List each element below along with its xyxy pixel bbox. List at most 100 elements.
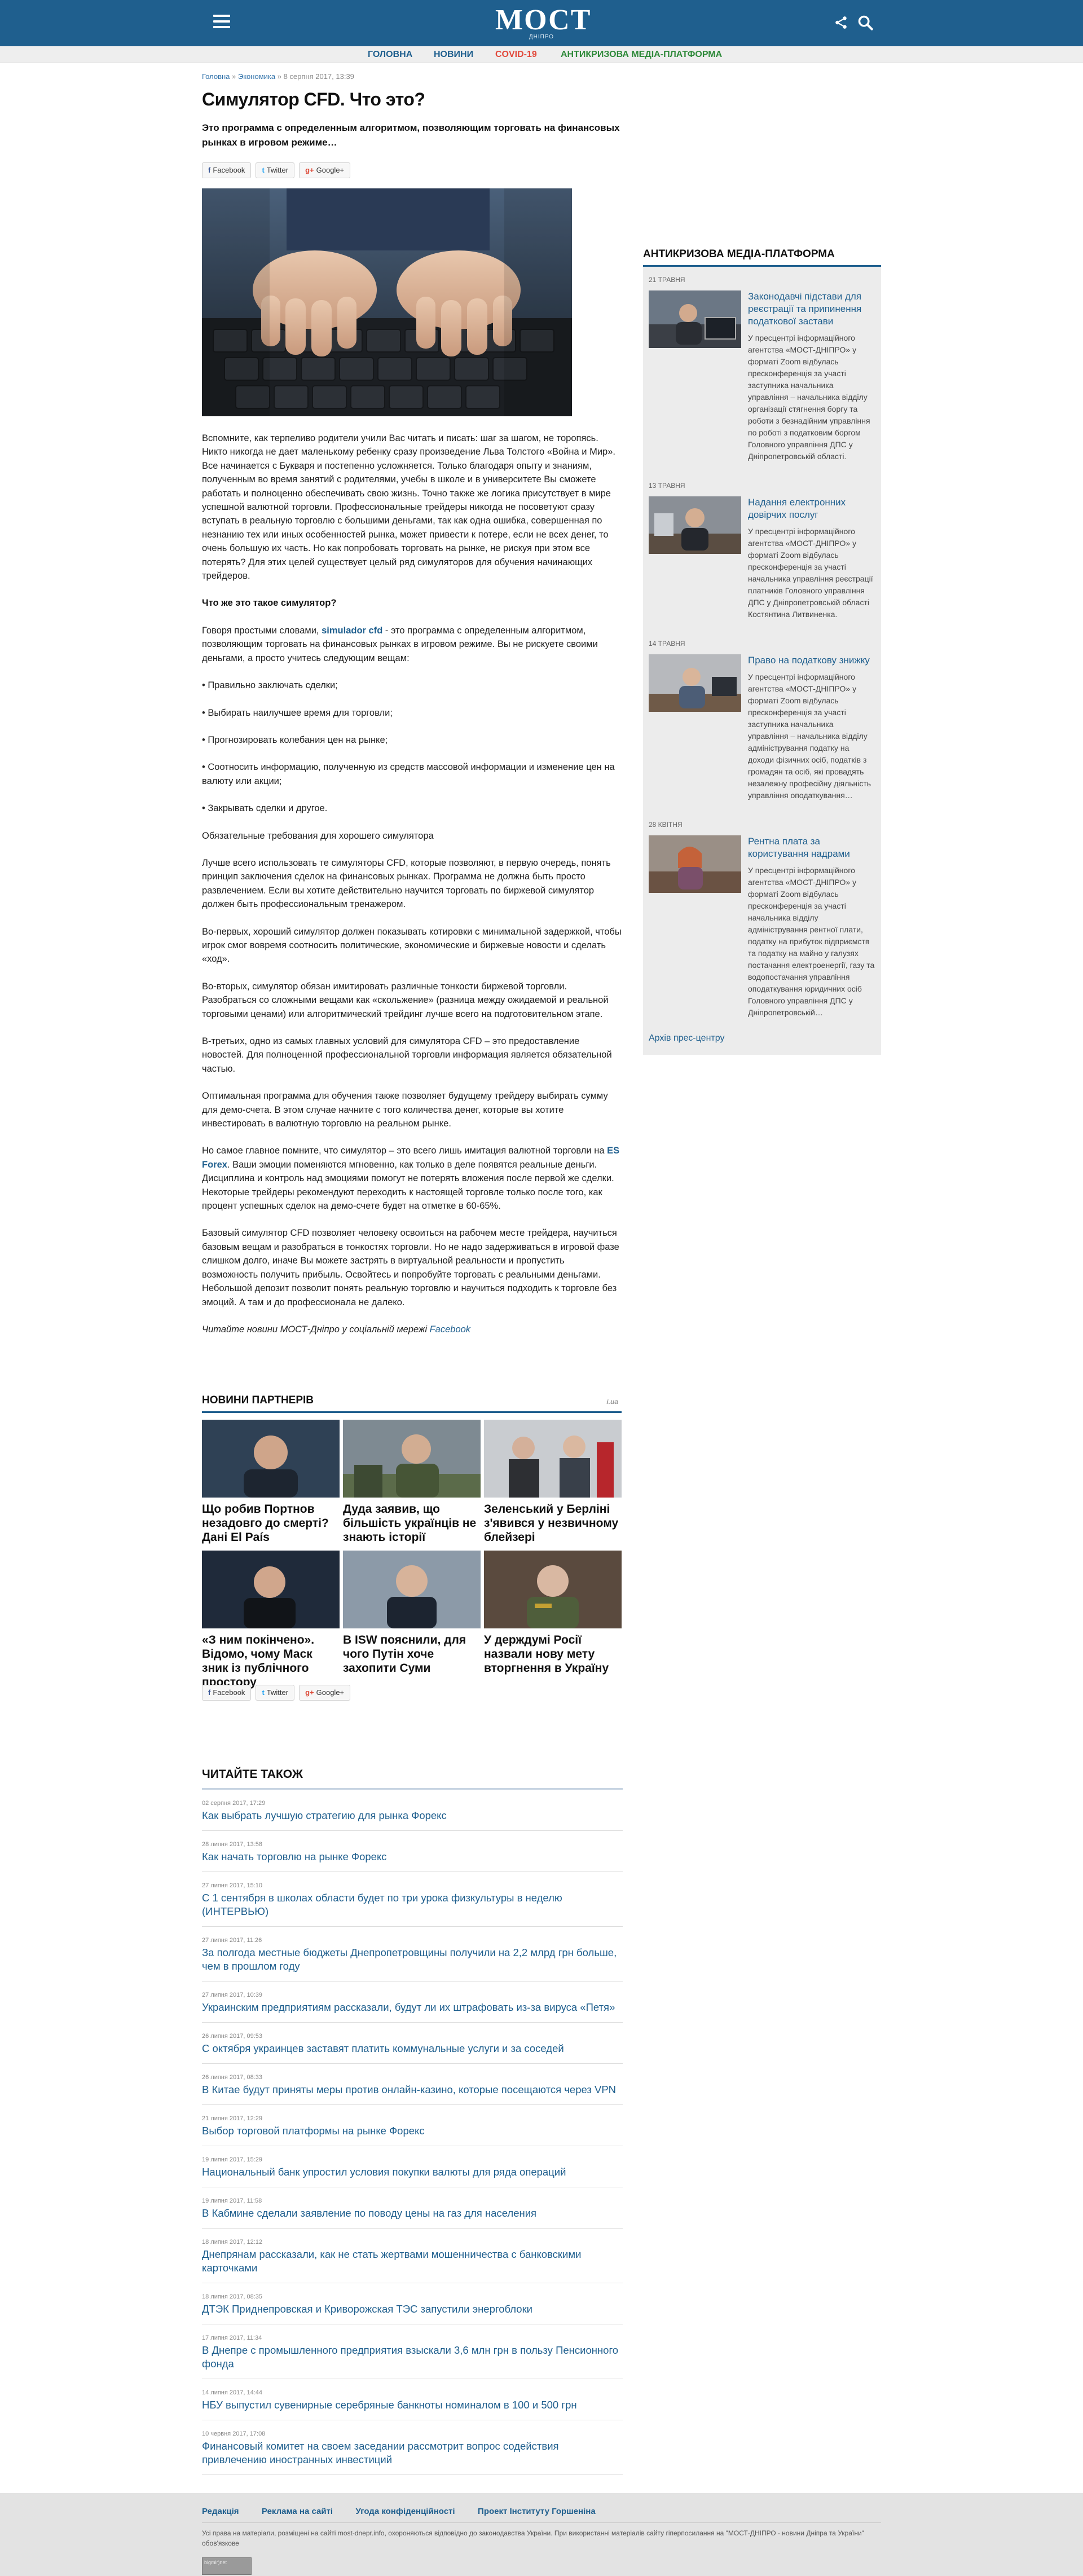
- google-share-label: Google+: [316, 166, 345, 174]
- read-also-item[interactable]: 18 липня 2017, 12:12 Днепрянам рассказали…: [202, 2229, 623, 2283]
- partner-card[interactable]: «З ним покінчено». Відомо, чому Маск зни…: [202, 1551, 340, 1689]
- search-icon[interactable]: [857, 15, 873, 30]
- partner-title: Зеленський у Берліні з'явився у незвично…: [484, 1503, 619, 1544]
- partner-card[interactable]: У держдумі Росії назвали нову мету вторг…: [484, 1551, 622, 1675]
- partner-title: У держдумі Росії назвали нову мету вторг…: [484, 1633, 609, 1675]
- sidebar-item[interactable]: 21 ТРАВНЯ Законодавчі підстави для реєст…: [649, 276, 875, 463]
- read-also-link[interactable]: НБУ выпустил сувенирные серебряные банкн…: [202, 2398, 623, 2412]
- read-also-date: 18 липня 2017, 08:35: [202, 2293, 263, 2300]
- breadcrumb-home[interactable]: Головна: [202, 72, 230, 81]
- read-also-item[interactable]: 26 липня 2017, 08:33 В Китае будут принят…: [202, 2064, 623, 2105]
- footer-link-privacy[interactable]: Угода конфіденційності: [356, 2507, 455, 2516]
- twitter-icon: t: [262, 1688, 265, 1697]
- facebook-page-link[interactable]: Facebook: [430, 1324, 470, 1335]
- sidebar-item-title[interactable]: Рентна плата за користування надрами: [748, 835, 875, 860]
- read-also-link[interactable]: Как выбрать лучшую стратегию для рынка Ф…: [202, 1809, 623, 1822]
- read-also-link[interactable]: Украинским предприятиям рассказали, буду…: [202, 2001, 623, 2014]
- paragraph: Во-вторых, симулятор обязан имитировать …: [202, 981, 609, 1019]
- sidebar-item[interactable]: 13 ТРАВНЯ Надання електронних довірчих п…: [649, 482, 875, 620]
- google-share-button[interactable]: g+ Google+: [299, 162, 351, 178]
- google-share-button[interactable]: g+ Google+: [299, 1685, 351, 1701]
- read-also-link[interactable]: Финансовый комитет на своем заседании ра…: [202, 2440, 623, 2467]
- read-also-item[interactable]: 17 липня 2017, 11:34 В Днепре с промышлен…: [202, 2324, 623, 2379]
- partner-card[interactable]: Що робив Портнов незадовго до смерті? Да…: [202, 1420, 340, 1544]
- read-also-item[interactable]: 27 липня 2017, 10:39 Украинским предприят…: [202, 1981, 623, 2023]
- read-also-item[interactable]: 02 серпня 2017, 17:29 Как выбрать лучшую …: [202, 1790, 623, 1831]
- read-also-item[interactable]: 10 червня 2017, 17:08 Финансовый комитет …: [202, 2420, 623, 2475]
- site-logo[interactable]: МОСТ ДНІПРО: [495, 5, 590, 42]
- read-also-date: 17 липня 2017, 11:34: [202, 2335, 262, 2341]
- read-also-link[interactable]: Днепрянам рассказали, как не стать жертв…: [202, 2248, 623, 2275]
- read-also-item[interactable]: 27 липня 2017, 15:10 С 1 сентября в школа…: [202, 1872, 623, 1927]
- read-also-item[interactable]: 14 липня 2017, 14:44 НБУ выпустил сувенир…: [202, 2379, 623, 2420]
- read-also-link[interactable]: В Днепре с промышленного предприятия взы…: [202, 2344, 623, 2371]
- sidebar-thumbnail: [649, 835, 741, 893]
- read-also-heading: ЧИТАЙТЕ ТАКОЖ: [202, 1768, 623, 1790]
- paragraph-text: Говоря простыми словами,: [202, 625, 322, 636]
- read-also-link[interactable]: ДТЭК Приднепровская и Криворожская ТЭС з…: [202, 2302, 623, 2316]
- read-also-date: 21 липня 2017, 12:29: [202, 2115, 263, 2122]
- read-also-link[interactable]: За полгода местные бюджеты Днепропетровщ…: [202, 1946, 623, 1973]
- nav-news[interactable]: НОВИНИ: [434, 50, 473, 60]
- read-also-link[interactable]: С октября украинцев заставят платить ком…: [202, 2042, 623, 2055]
- article-title: Симулятор CFD. Что это?: [202, 89, 425, 109]
- footer-link-advertising[interactable]: Реклама на сайті: [262, 2507, 333, 2516]
- nav-home[interactable]: ГОЛОВНА: [368, 50, 412, 60]
- simulador-cfd-link[interactable]: simulador cfd: [322, 626, 382, 636]
- read-also-link[interactable]: Национальный банк упростил условия покуп…: [202, 2165, 623, 2179]
- read-also-link[interactable]: С 1 сентября в школах области будет по т…: [202, 1891, 623, 1918]
- read-also-item[interactable]: 26 липня 2017, 09:53 С октября украинцев …: [202, 2023, 623, 2064]
- read-also-link[interactable]: В Кабмине сделали заявление по поводу це…: [202, 2207, 623, 2220]
- read-also-link[interactable]: Как начать торговлю на рынке Форекс: [202, 1850, 623, 1864]
- sidebar-item[interactable]: 28 КВІТНЯ Рентна плата за користування н…: [649, 821, 875, 1019]
- read-also-item[interactable]: 18 липня 2017, 08:35 ДТЭК Приднепровская …: [202, 2283, 623, 2324]
- sidebar-item-text: У пресцентрі інформаційного агентства «М…: [748, 333, 870, 461]
- paragraph: Говоря простыми словами, simulador cfd -…: [202, 624, 623, 665]
- read-also-date: 19 липня 2017, 11:58: [202, 2198, 262, 2204]
- footer-divider: [202, 2522, 881, 2523]
- facebook-share-button[interactable]: f Facebook: [202, 1685, 252, 1701]
- partners-logo[interactable]: i.ua: [606, 1398, 618, 1406]
- twitter-share-button[interactable]: t Twitter: [256, 162, 295, 178]
- nav-covid[interactable]: COVID-19: [495, 50, 537, 60]
- partner-card[interactable]: Дуда заявив, що більшість українців не з…: [343, 1420, 481, 1544]
- share-icon[interactable]: [834, 15, 848, 30]
- read-also-item[interactable]: 19 липня 2017, 15:29 Национальный банк уп…: [202, 2146, 623, 2187]
- read-also-item[interactable]: 19 липня 2017, 11:58 В Кабмине сделали за…: [202, 2187, 623, 2229]
- main-nav: ГОЛОВНА НОВИНИ COVID-19 АНТИКРИЗОВА МЕДІ…: [0, 46, 1083, 63]
- footer-link-institute[interactable]: Проект Інституту Горшеніна: [478, 2507, 596, 2516]
- visit-counter[interactable]: bigmir)net: [202, 2557, 252, 2575]
- paragraph: Обязательные требования для хорошего сим…: [202, 830, 434, 841]
- paragraph: Вспомните, как терпеливо родители учили …: [202, 433, 615, 582]
- twitter-icon: t: [262, 166, 265, 174]
- sidebar-item-title[interactable]: Право на податкову знижку: [748, 654, 875, 667]
- read-also-date: 27 липня 2017, 11:26: [202, 1937, 262, 1944]
- facebook-share-button[interactable]: f Facebook: [202, 162, 252, 178]
- nav-antikriz[interactable]: АНТИКРИЗОВА МЕДІА-ПЛАТФОРМА: [561, 50, 722, 60]
- signoff-text: Читайте новини МОСТ-Дніпро у соціальній …: [202, 1324, 430, 1335]
- facebook-share-label: Facebook: [213, 166, 245, 174]
- breadcrumb-separator: »: [275, 72, 284, 81]
- menu-icon[interactable]: [213, 15, 230, 28]
- partner-card[interactable]: Зеленський у Берліні з'явився у незвично…: [484, 1420, 622, 1544]
- facebook-signoff: Читайте новини МОСТ-Дніпро у соціальній …: [202, 1323, 623, 1336]
- partner-card[interactable]: В ISW пояснили, для чого Путін хоче захо…: [343, 1551, 481, 1675]
- read-also-link[interactable]: Выбор торговой платформы на рынке Форекс: [202, 2124, 623, 2138]
- twitter-share-button[interactable]: t Twitter: [256, 1685, 295, 1701]
- read-also-item[interactable]: 27 липня 2017, 11:26 За полгода местные б…: [202, 1927, 623, 1981]
- sidebar-item-title[interactable]: Надання електронних довірчих послуг: [748, 496, 875, 521]
- footer-links: Редакція Реклама на сайті Угода конфіден…: [202, 2507, 616, 2517]
- sidebar-item-text: У пресцентрі інформаційного агентства «М…: [748, 672, 871, 800]
- footer-link-editorial[interactable]: Редакція: [202, 2507, 239, 2516]
- press-archive-link[interactable]: Архів прес-центру: [649, 1033, 875, 1043]
- paragraph: Но самое главное помните, что симулятор …: [202, 1144, 623, 1213]
- partner-image: [484, 1420, 622, 1498]
- sidebar-item[interactable]: 14 ТРАВНЯ Право на податкову знижку У пр…: [649, 640, 875, 802]
- read-also-item[interactable]: 21 липня 2017, 12:29 Выбор торговой платф…: [202, 2105, 623, 2146]
- read-also-link[interactable]: В Китае будут приняты меры против онлайн…: [202, 2083, 623, 2097]
- breadcrumb-section[interactable]: Экономика: [238, 72, 275, 81]
- sidebar-item-title[interactable]: Законодавчі підстави для реєстрації та п…: [748, 290, 875, 328]
- paragraph: В-третьих, одно из самых главных условий…: [202, 1036, 612, 1074]
- article-date: 8 серпня 2017, 13:39: [283, 72, 354, 81]
- read-also-item[interactable]: 28 липня 2017, 13:58 Как начать торговлю …: [202, 1831, 623, 1872]
